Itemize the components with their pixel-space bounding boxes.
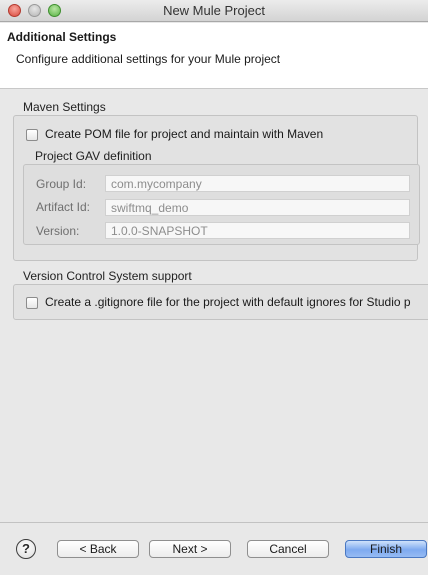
create-pom-label[interactable]: Create POM file for project and maintain… — [45, 127, 323, 141]
finish-button[interactable]: Finish — [345, 540, 427, 558]
maven-settings-label: Maven Settings — [23, 100, 106, 114]
gav-definition-group: Group Id: Artifact Id: Version: — [23, 164, 420, 245]
window-title: New Mule Project — [163, 3, 265, 18]
footer-divider — [0, 522, 428, 523]
artifact-id-input[interactable] — [105, 199, 410, 216]
version-input[interactable] — [105, 222, 410, 239]
page-title: Additional Settings — [7, 30, 117, 44]
next-button[interactable]: Next > — [149, 540, 231, 558]
vcs-support-label: Version Control System support — [23, 269, 192, 283]
help-icon[interactable]: ? — [16, 539, 36, 559]
cancel-button[interactable]: Cancel — [247, 540, 329, 558]
create-pom-checkbox[interactable] — [26, 129, 38, 141]
group-id-label: Group Id: — [36, 177, 87, 191]
gitignore-label[interactable]: Create a .gitignore file for the project… — [45, 295, 411, 309]
gav-definition-label: Project GAV definition — [35, 149, 152, 163]
gitignore-checkbox[interactable] — [26, 297, 38, 309]
maven-settings-group: Create POM file for project and maintain… — [13, 115, 420, 261]
window-titlebar: New Mule Project — [0, 0, 428, 22]
group-id-input[interactable] — [105, 175, 410, 192]
artifact-id-label: Artifact Id: — [36, 200, 91, 214]
page-description: Configure additional settings for your M… — [16, 52, 281, 66]
back-button[interactable]: < Back — [57, 540, 139, 558]
wizard-header: Additional Settings Configure additional… — [0, 23, 428, 89]
version-label: Version: — [36, 224, 80, 238]
vcs-support-group: Create a .gitignore file for the project… — [13, 284, 428, 320]
